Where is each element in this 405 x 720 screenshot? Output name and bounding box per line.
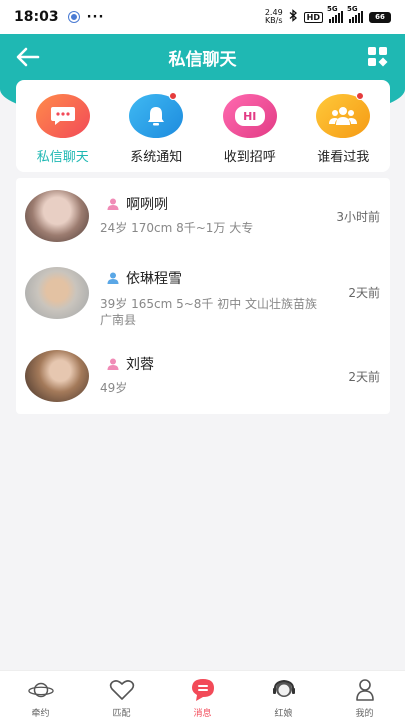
grid-menu-button[interactable] bbox=[367, 46, 389, 68]
hi-icon: HI bbox=[222, 94, 277, 138]
bottom-tab-bar: 牵约 匹配 消息 红娘 我的 bbox=[0, 670, 405, 720]
grid-icon bbox=[368, 47, 388, 67]
signal-sim2-icon: 5G bbox=[347, 5, 363, 23]
page-title: 私信聊天 bbox=[168, 49, 237, 70]
arrow-left-icon bbox=[16, 47, 40, 67]
heart-icon bbox=[109, 678, 135, 702]
bell-icon bbox=[129, 92, 184, 138]
signal-sim1-icon: 5G bbox=[327, 5, 343, 23]
notification-badge bbox=[169, 92, 178, 100]
category-who-viewed-me[interactable]: 谁看过我 bbox=[303, 92, 383, 165]
tab-match[interactable]: 匹配 bbox=[81, 671, 162, 720]
tab-label: 我的 bbox=[355, 709, 374, 719]
name-line: 刘蓉 bbox=[106, 354, 154, 374]
header: 私信聊天 bbox=[0, 34, 405, 80]
notification-badge bbox=[356, 92, 365, 100]
message-row[interactable]: 啊咧咧 24岁 170cm 8千~1万 大专 3小时前 bbox=[16, 178, 390, 254]
avatar[interactable] bbox=[25, 190, 89, 242]
tab-label: 红娘 bbox=[274, 709, 293, 719]
avatar[interactable] bbox=[25, 267, 89, 319]
avatar[interactable] bbox=[25, 350, 89, 402]
category-card: 私信聊天 系统通知 HI 收到招呼 谁看过我 bbox=[16, 80, 390, 172]
network-speed: 2.49 KB/s bbox=[265, 9, 283, 25]
contact-name: 刘蓉 bbox=[126, 357, 154, 373]
status-time: 18:03 bbox=[14, 9, 59, 25]
name-line: 啊咧咧 bbox=[106, 194, 168, 214]
category-system-notice[interactable]: 系统通知 bbox=[116, 92, 196, 165]
hd-icon: HD bbox=[303, 11, 323, 23]
more-notifications-icon: ··· bbox=[86, 9, 105, 25]
app-notification-icon bbox=[68, 12, 79, 22]
chat-bubble-icon bbox=[35, 94, 90, 138]
category-label: 系统通知 bbox=[130, 150, 183, 165]
contact-name: 啊咧咧 bbox=[126, 197, 168, 213]
message-row[interactable]: 刘蓉 49岁 2天前 bbox=[16, 338, 390, 414]
message-icon bbox=[190, 678, 216, 702]
tab-label: 消息 bbox=[193, 709, 212, 719]
contact-detail: 39岁 165cm 5~8千 初中 文山壮族苗族广南县 bbox=[100, 297, 318, 327]
status-bar: 18:03 ··· 2.49 KB/s HD 5G 5G 66 bbox=[0, 0, 405, 34]
battery-icon: 66 bbox=[369, 11, 391, 23]
tab-qianyue[interactable]: 牵约 bbox=[0, 671, 81, 720]
female-user-icon bbox=[107, 358, 119, 370]
category-greetings[interactable]: HI 收到招呼 bbox=[210, 94, 290, 165]
contact-detail: 24岁 170cm 8千~1万 大专 bbox=[100, 221, 254, 235]
back-button[interactable] bbox=[14, 44, 42, 70]
tab-label: 牵约 bbox=[31, 709, 50, 719]
contact-detail: 49岁 bbox=[100, 381, 128, 395]
network-speed-unit: KB/s bbox=[264, 16, 283, 25]
category-private-chat[interactable]: 私信聊天 bbox=[23, 94, 103, 165]
category-label: 谁看过我 bbox=[317, 150, 370, 165]
planet-icon bbox=[27, 678, 54, 702]
hi-text: HI bbox=[243, 109, 257, 123]
name-line: 依琳程雪 bbox=[106, 268, 182, 288]
message-time: 2天前 bbox=[348, 370, 380, 384]
sim2-label: 5G bbox=[347, 5, 358, 13]
message-time: 3小时前 bbox=[336, 210, 380, 224]
tab-matchmaker[interactable]: 红娘 bbox=[243, 671, 324, 720]
tab-mine[interactable]: 我的 bbox=[324, 671, 405, 720]
category-label: 私信聊天 bbox=[36, 150, 89, 165]
bluetooth-icon bbox=[289, 9, 298, 25]
tab-label: 匹配 bbox=[112, 709, 131, 719]
female-user-icon bbox=[107, 198, 119, 210]
category-label: 收到招呼 bbox=[223, 150, 276, 165]
tab-messages[interactable]: 消息 bbox=[162, 671, 243, 720]
profile-icon bbox=[352, 678, 378, 702]
contact-name: 依琳程雪 bbox=[126, 271, 182, 287]
sim1-label: 5G bbox=[327, 5, 338, 13]
male-user-icon bbox=[107, 272, 119, 284]
matchmaker-icon bbox=[271, 678, 297, 702]
group-icon bbox=[316, 92, 371, 138]
message-row[interactable]: 依琳程雪 39岁 165cm 5~8千 初中 文山壮族苗族广南县 2天前 bbox=[16, 254, 390, 338]
message-list: 啊咧咧 24岁 170cm 8千~1万 大专 3小时前 依琳程雪 39岁 165… bbox=[16, 178, 390, 414]
message-time: 2天前 bbox=[348, 286, 380, 300]
